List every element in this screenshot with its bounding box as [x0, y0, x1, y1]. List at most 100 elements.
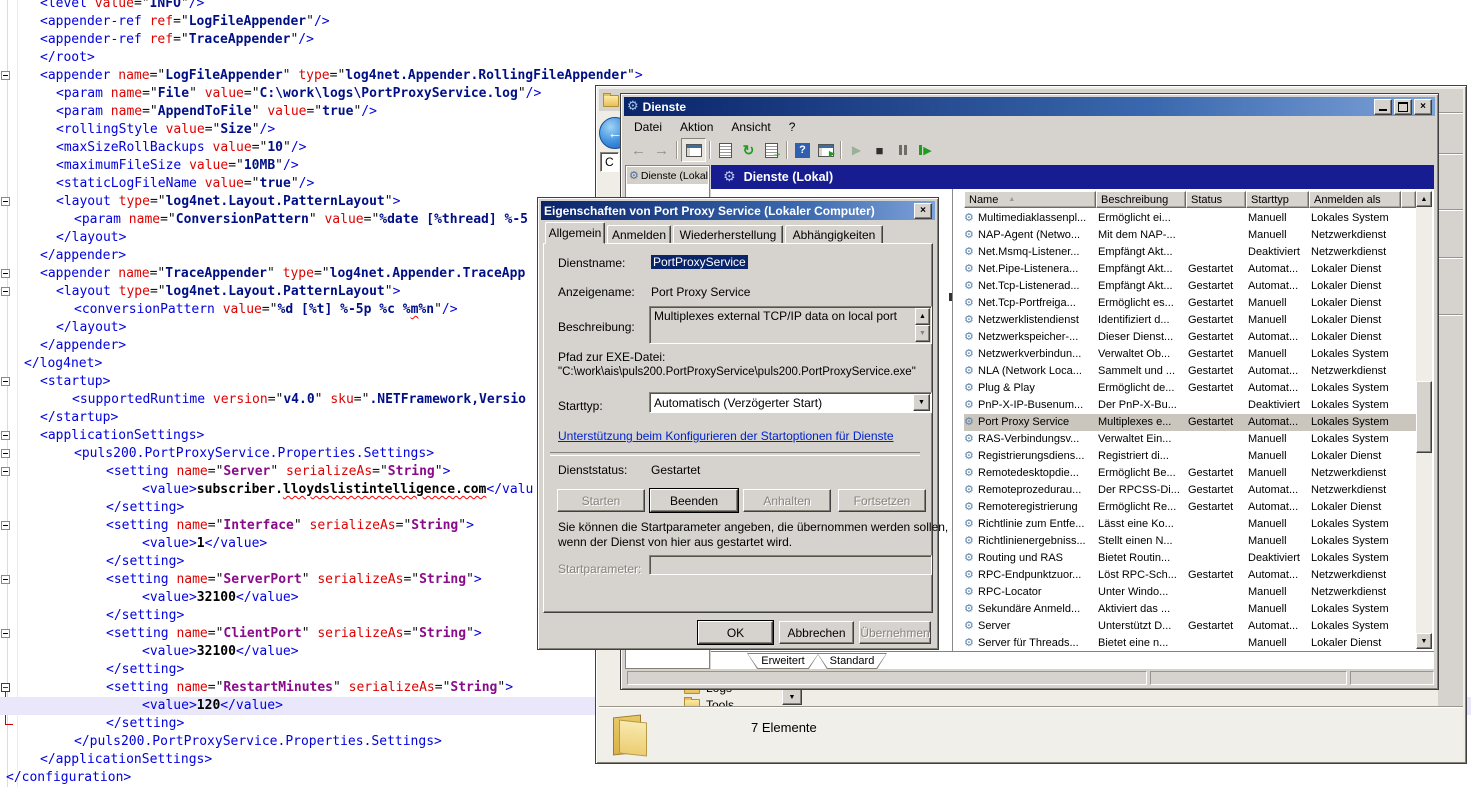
- start-type-combobox[interactable]: Automatisch (Verzögerter Start) ▼: [649, 392, 932, 413]
- fold-marker-icon[interactable]: [1, 431, 10, 440]
- service-row[interactable]: ⚙PnP-X-IP-Busenum...Der PnP-X-Bu...Deakt…: [964, 397, 1418, 414]
- properties-icon[interactable]: [714, 139, 737, 161]
- stop-button[interactable]: Beenden: [650, 489, 738, 512]
- service-row[interactable]: ⚙RPC-Endpunktzuor...Löst RPC-Sch...Gesta…: [964, 567, 1418, 584]
- service-row[interactable]: ⚙Routing und RASBietet Routin...Deaktivi…: [964, 550, 1418, 567]
- fold-marker-icon[interactable]: [1, 449, 10, 458]
- description-box[interactable]: Multiplexes external TCP/IP data on loca…: [649, 306, 932, 344]
- column-header-name[interactable]: Name▲: [964, 191, 1096, 208]
- start-button[interactable]: Starten: [557, 489, 645, 512]
- menu-help[interactable]: ?: [780, 117, 805, 137]
- startup-options-link[interactable]: Unterstützung beim Konfigurieren der Sta…: [558, 429, 894, 443]
- service-row[interactable]: ⚙Registrierungsdiens...Registriert di...…: [964, 448, 1418, 465]
- fold-marker-icon[interactable]: [1, 683, 10, 692]
- minimize-button[interactable]: [1374, 99, 1392, 115]
- column-header-beschreibung[interactable]: Beschreibung: [1096, 191, 1186, 208]
- cell-starttype: Manuell: [1248, 533, 1309, 550]
- scroll-down-icon[interactable]: ▼: [915, 325, 930, 342]
- scroll-down-button[interactable]: ▼: [1416, 633, 1432, 649]
- column-header-starttyp[interactable]: Starttyp: [1246, 191, 1309, 208]
- service-row[interactable]: ⚙NLA (Network Loca...Sammelt und ...Gest…: [964, 363, 1418, 380]
- fold-marker-icon[interactable]: [1, 197, 10, 206]
- service-row[interactable]: ⚙NAP-Agent (Netwo...Mit dem NAP-...Manue…: [964, 227, 1418, 244]
- tab-allgemein[interactable]: Allgemein: [545, 222, 605, 244]
- tree-item-services-local[interactable]: ⚙ Dienste (Lokal): [627, 167, 708, 184]
- pane-splitter-handle[interactable]: [949, 293, 952, 301]
- column-header-status[interactable]: Status: [1186, 191, 1246, 208]
- scroll-up-button[interactable]: ▲: [1416, 191, 1432, 207]
- dropdown-button[interactable]: ▼: [782, 689, 802, 705]
- service-row[interactable]: ⚙Multimediaklassenpl...Ermöglicht ei...M…: [964, 210, 1418, 227]
- explorer-right-strip: [1438, 89, 1463, 709]
- maximize-button[interactable]: [1394, 99, 1412, 115]
- start-service-icon[interactable]: ▶: [845, 139, 868, 161]
- service-row[interactable]: ⚙Netzwerkspeicher-...Dieser Dienst...Ges…: [964, 329, 1418, 346]
- apply-button[interactable]: Übernehmen: [859, 621, 931, 644]
- tab-erweitert[interactable]: Erweitert: [747, 653, 819, 669]
- export-list-icon[interactable]: →: [760, 139, 783, 161]
- column-header-anmeldenals[interactable]: Anmelden als: [1309, 191, 1401, 208]
- close-button[interactable]: ×: [1414, 99, 1432, 115]
- fold-marker-icon[interactable]: [1, 575, 10, 584]
- scroll-up-icon[interactable]: ▲: [915, 308, 930, 325]
- help-icon[interactable]: ?: [791, 139, 814, 161]
- sort-ascending-icon: ▲: [1008, 196, 1015, 203]
- service-row[interactable]: ⚙Net.Tcp-Listenerad...Empfängt Akt...Ges…: [964, 278, 1418, 295]
- service-row[interactable]: ⚙Remoteprozedurau...Der RPCSS-Di...Gesta…: [964, 482, 1418, 499]
- code-line: </startup>: [0, 409, 118, 427]
- service-row[interactable]: ⚙Netzwerkverbindun...Verwaltet Ob...Gest…: [964, 346, 1418, 363]
- fold-marker-icon[interactable]: [1, 269, 10, 278]
- menu-ansicht[interactable]: Ansicht: [722, 117, 779, 137]
- service-row[interactable]: ⚙Net.Msmq-Listener...Empfängt Akt...Deak…: [964, 244, 1418, 261]
- vertical-scrollbar[interactable]: ▲ ▼: [1416, 191, 1432, 649]
- pause-button[interactable]: Anhalten: [743, 489, 831, 512]
- code-line: <layout type="log4net.Layout.PatternLayo…: [0, 283, 400, 301]
- tab-standard[interactable]: Standard: [817, 653, 887, 669]
- service-row[interactable]: ⚙Sekundäre Anmeld...Aktiviert das ...Man…: [964, 601, 1418, 618]
- cancel-button[interactable]: Abbrechen: [779, 621, 854, 644]
- service-row[interactable]: ⚙Remotedesktopdie...Ermöglicht Be...Gest…: [964, 465, 1418, 482]
- service-row[interactable]: ⚙Richtlinienergebniss...Stellt einen N..…: [964, 533, 1418, 550]
- fold-marker-icon[interactable]: [1, 467, 10, 476]
- services-statusbar: [625, 669, 1434, 686]
- menu-datei[interactable]: Datei: [625, 117, 671, 137]
- tab-abhaengigkeiten[interactable]: Abhängigkeiten: [785, 225, 883, 244]
- show-window-icon[interactable]: ▶: [814, 139, 837, 161]
- service-row[interactable]: ⚙NetzwerklistendienstIdentifiziert d...G…: [964, 312, 1418, 329]
- menu-aktion[interactable]: Aktion: [671, 117, 722, 137]
- cell-name: RPC-Locator: [978, 584, 1096, 601]
- chevron-down-icon[interactable]: ▼: [913, 394, 930, 411]
- service-row[interactable]: ⚙RAS-Verbindungsv...Verwaltet Ein...Manu…: [964, 431, 1418, 448]
- fold-marker-icon[interactable]: [1, 377, 10, 386]
- fold-marker-icon[interactable]: [1, 629, 10, 638]
- service-row[interactable]: ⚙ServerUnterstützt D...GestartetAutomat.…: [964, 618, 1418, 635]
- service-row[interactable]: ⚙Server für Threads...Bietet eine n...Ma…: [964, 635, 1418, 651]
- code-line: <setting name="ServerPort" serializeAs="…: [0, 571, 482, 589]
- scroll-thumb[interactable]: [1416, 381, 1432, 453]
- resume-button[interactable]: Fortsetzen: [838, 489, 926, 512]
- back-icon[interactable]: ←: [627, 139, 650, 161]
- start-params-input[interactable]: [649, 555, 932, 575]
- tab-wiederherstellung[interactable]: Wiederherstellung: [673, 225, 783, 244]
- restart-service-icon[interactable]: ▶: [914, 139, 937, 161]
- service-row[interactable]: ⚙Richtlinie zum Entfe...Lässt eine Ko...…: [964, 516, 1418, 533]
- service-name-value[interactable]: PortProxyService: [651, 255, 748, 269]
- forward-icon[interactable]: →: [650, 139, 673, 161]
- address-bar[interactable]: C: [605, 155, 614, 169]
- service-row[interactable]: ⚙Net.Tcp-Portfreiga...Ermöglicht es...Ge…: [964, 295, 1418, 312]
- service-row[interactable]: ⚙RPC-LocatorUnter Windo...ManuellNetzwer…: [964, 584, 1418, 601]
- service-row[interactable]: ⚙Port Proxy ServiceMultiplexes e...Gesta…: [964, 414, 1418, 431]
- stop-service-icon[interactable]: ■: [868, 139, 891, 161]
- close-icon[interactable]: ×: [914, 203, 932, 219]
- pause-service-icon[interactable]: [891, 139, 914, 161]
- service-row[interactable]: ⚙RemoteregistrierungErmöglicht Re...Gest…: [964, 499, 1418, 516]
- fold-marker-icon[interactable]: [1, 71, 10, 80]
- fold-marker-icon[interactable]: [1, 521, 10, 530]
- ok-button[interactable]: OK: [698, 621, 773, 644]
- refresh-icon[interactable]: ↻: [737, 139, 760, 161]
- show-console-tree-icon[interactable]: [681, 138, 706, 162]
- service-row[interactable]: ⚙Plug & PlayErmöglicht de...GestartetAut…: [964, 380, 1418, 397]
- tab-anmelden[interactable]: Anmelden: [607, 225, 671, 244]
- fold-marker-icon[interactable]: [1, 287, 10, 296]
- service-row[interactable]: ⚙Net.Pipe-Listenera...Empfängt Akt...Ges…: [964, 261, 1418, 278]
